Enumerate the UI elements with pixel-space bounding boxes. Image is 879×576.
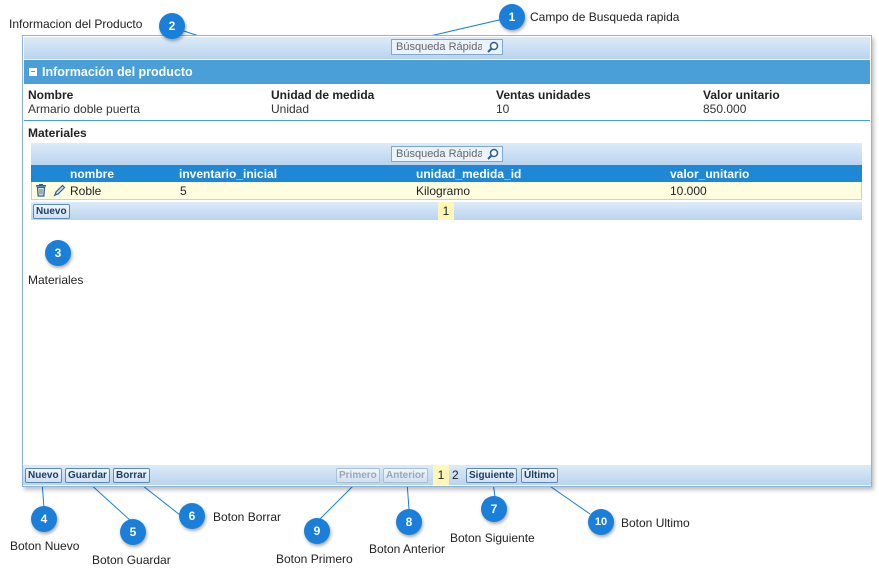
field-value-valor: 850.000 [703, 102, 747, 116]
callout-3: 3 [45, 240, 71, 266]
callout-2: 2 [159, 13, 185, 39]
current-page[interactable]: 1 [433, 465, 449, 485]
trash-icon[interactable] [35, 184, 47, 197]
cell-inventario: 5 [180, 184, 187, 198]
callout-5: 5 [120, 519, 146, 545]
callout-2-caption: Informacion del Producto [9, 17, 143, 31]
cell-valor: 10.000 [670, 184, 707, 198]
search-icon[interactable] [487, 148, 499, 160]
callout-4: 4 [31, 506, 57, 532]
column-header[interactable]: nombre [70, 167, 114, 181]
field-label-ventas: Ventas unidades [496, 88, 591, 102]
materials-grid-header: nombre inventario_inicial unidad_medida_… [31, 165, 862, 182]
materials-search-placeholder: Búsqueda Rápida [396, 148, 482, 160]
field-value-unidad: Unidad [271, 102, 310, 116]
callout-5-caption: Boton Guardar [92, 553, 171, 567]
quick-search-input[interactable]: Búsqueda Rápida [391, 39, 503, 55]
field-value-ventas: 10 [496, 102, 510, 116]
product-info-header[interactable]: Información del producto [24, 60, 870, 84]
callout-10: 10 [588, 509, 614, 535]
callout-6-caption: Boton Borrar [213, 510, 282, 524]
callout-8-caption: Boton Anterior [369, 542, 446, 556]
callout-10-caption: Boton Ultimo [621, 516, 690, 530]
collapse-icon[interactable] [29, 68, 37, 76]
callout-6: 6 [179, 503, 205, 529]
section-divider [24, 120, 870, 121]
field-label-nombre: Nombre [28, 88, 74, 102]
save-button[interactable]: Guardar [65, 468, 110, 483]
field-label-unidad: Unidad de medida [271, 88, 375, 102]
quick-search-placeholder: Búsqueda Rápida [396, 41, 482, 53]
callout-8: 8 [396, 509, 422, 535]
callout-3-caption: Materiales [28, 273, 84, 287]
field-label-valor: Valor unitario [703, 88, 780, 102]
callout-7-caption: Boton Siguiente [450, 531, 535, 545]
cell-unidad: Kilogramo [416, 184, 471, 198]
last-button[interactable]: Último [521, 468, 559, 483]
callout-1-caption: Campo de Busqueda rapida [530, 10, 680, 24]
column-header[interactable]: inventario_inicial [179, 167, 277, 181]
next-button[interactable]: Siguiente [466, 468, 518, 483]
page-2-link[interactable]: 2 [452, 468, 459, 482]
materials-new-button[interactable]: Nuevo [33, 204, 70, 219]
column-header[interactable]: unidad_medida_id [416, 167, 521, 181]
cell-nombre: Roble [70, 184, 102, 198]
callout-4-caption: Boton Nuevo [10, 539, 80, 553]
materials-current-page[interactable]: 1 [438, 202, 454, 220]
callout-7: 7 [481, 496, 507, 522]
callout-9-caption: Boton Primero [276, 552, 353, 566]
callout-9: 9 [304, 518, 330, 544]
pencil-icon[interactable] [53, 184, 66, 197]
new-button[interactable]: Nuevo [25, 468, 62, 483]
first-button[interactable]: Primero [336, 468, 380, 483]
materials-title: Materiales [28, 126, 87, 140]
search-icon[interactable] [487, 41, 499, 53]
previous-button[interactable]: Anterior [383, 468, 428, 483]
callout-1: 1 [499, 4, 525, 30]
field-value-nombre: Armario doble puerta [28, 102, 141, 116]
delete-button[interactable]: Borrar [113, 468, 150, 483]
materials-search-input[interactable]: Búsqueda Rápida [391, 146, 503, 162]
column-header[interactable]: valor_unitario [670, 167, 749, 181]
product-info-title: Información del producto [42, 65, 193, 79]
table-row[interactable]: Roble 5 Kilogramo 10.000 [31, 182, 862, 200]
